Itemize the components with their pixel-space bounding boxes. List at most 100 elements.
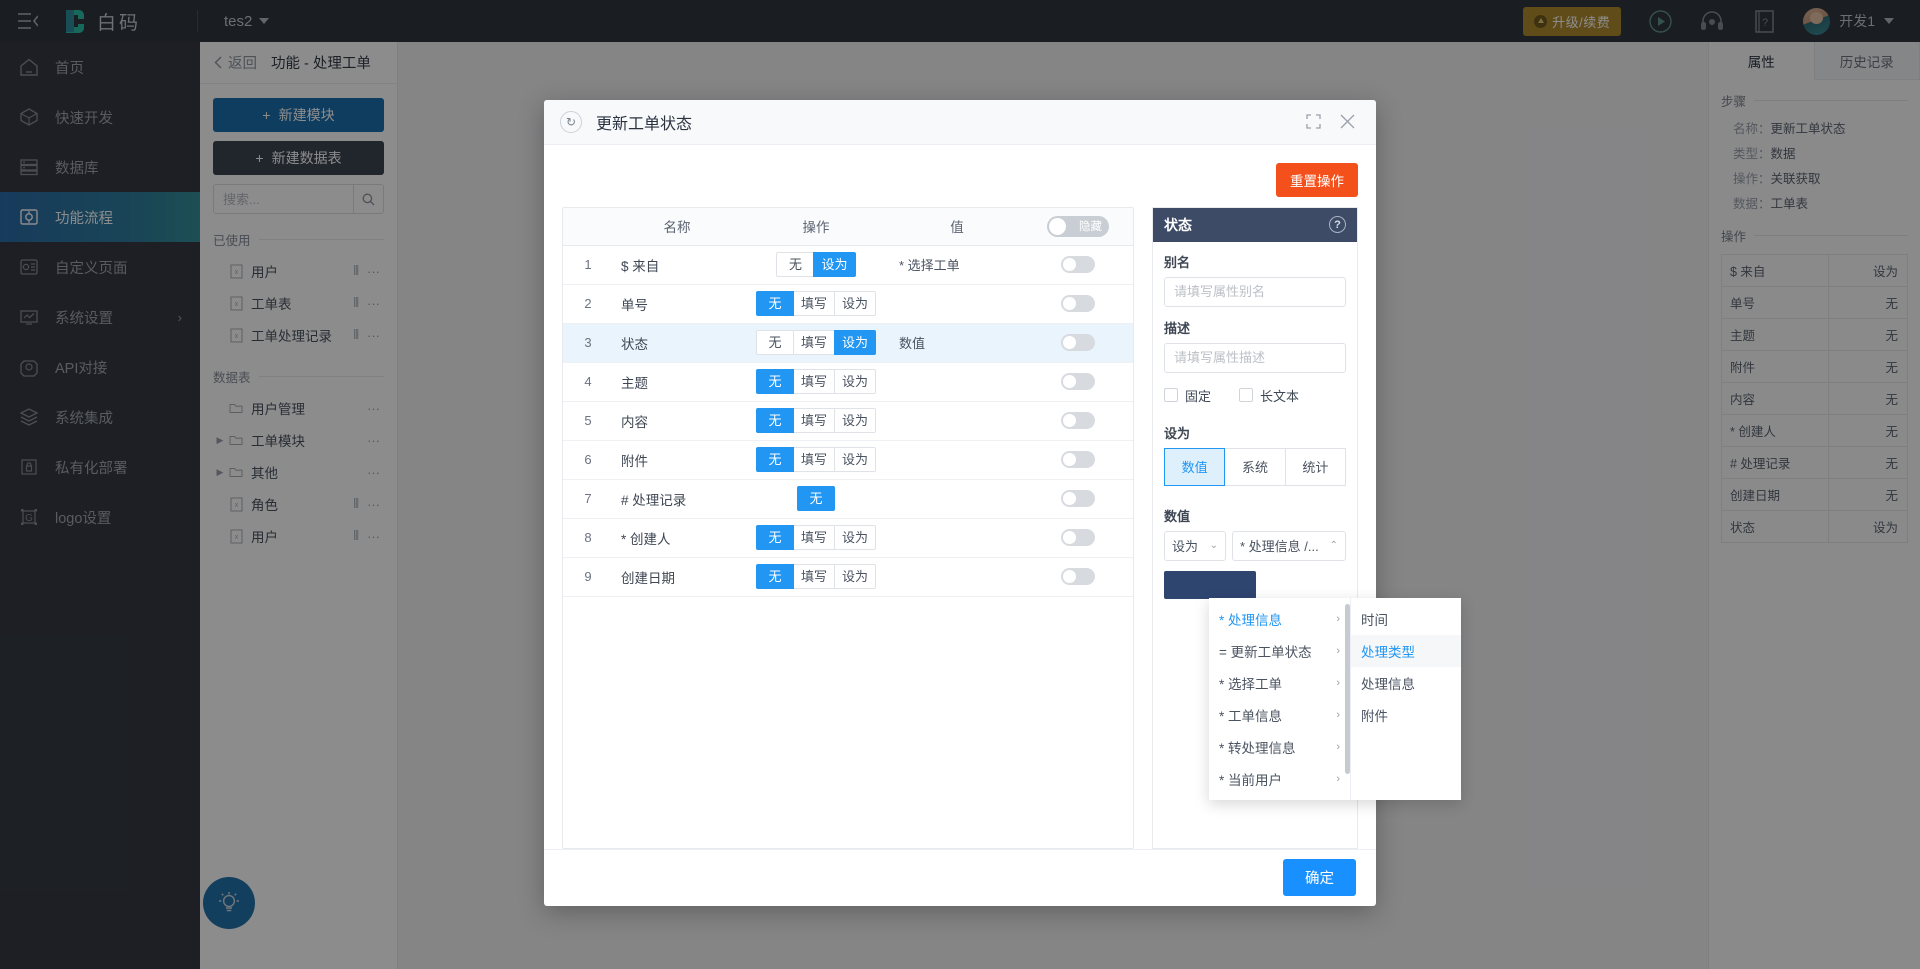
table-row[interactable]: 6 附件 无 填写 设为 xyxy=(563,441,1133,480)
cascader-subitem[interactable]: 处理类型 xyxy=(1351,635,1461,667)
seg-option-fill[interactable]: 填写 xyxy=(792,408,835,434)
table-row[interactable]: 3 状态 无 填写 设为 数值 xyxy=(563,323,1133,363)
table-row[interactable]: 1 $ 来自 无 设为 * 选择工单 xyxy=(563,246,1133,285)
row-hide-toggle[interactable] xyxy=(1061,529,1095,547)
question-circle-icon[interactable]: ? xyxy=(1329,216,1346,234)
operation-segmented[interactable]: 无 填写 设为 xyxy=(755,291,877,317)
seg-option-setas[interactable]: 设为 xyxy=(834,525,877,551)
col-value: 值 xyxy=(950,220,964,236)
hide-toggle[interactable]: 隐藏 xyxy=(1047,215,1109,237)
seg-option-fill[interactable]: 填写 xyxy=(792,291,835,317)
row-hide-toggle[interactable] xyxy=(1061,412,1095,430)
operation-segmented[interactable]: 无 填写 设为 xyxy=(755,564,877,590)
col-name: 名称 xyxy=(663,220,691,236)
toggle-knob xyxy=(1063,414,1076,428)
cascader-subitem-label: 附件 xyxy=(1361,709,1388,724)
seg-option-none[interactable]: 无 xyxy=(755,525,794,551)
seg-option-setas[interactable]: 设为 xyxy=(834,408,877,434)
seg-option-setas[interactable]: 设为 xyxy=(834,447,877,473)
fixed-label: 固定 xyxy=(1185,388,1212,404)
operation-segmented[interactable]: 无 设为 xyxy=(776,252,856,278)
cascader-scrollbar[interactable] xyxy=(1345,604,1350,774)
row-hide-toggle[interactable] xyxy=(1061,373,1095,391)
row-hide-toggle[interactable] xyxy=(1061,334,1095,352)
alias-label: 别名 xyxy=(1164,254,1191,270)
row-index: 8 xyxy=(584,530,592,546)
operation-segmented[interactable]: 无 填写 设为 xyxy=(755,369,877,395)
cascader-subitem[interactable]: 附件 xyxy=(1351,699,1461,731)
table-row[interactable]: 4 主题 无 填写 设为 xyxy=(563,363,1133,402)
seg-option-none[interactable]: 无 xyxy=(755,369,794,395)
seg-option-fill[interactable]: 填写 xyxy=(792,330,835,356)
cascader-item[interactable]: = 更新工单状态 › xyxy=(1209,635,1350,667)
table-row[interactable]: 7 # 处理记录 无 xyxy=(563,480,1133,519)
operation-segmented[interactable]: 无 填写 设为 xyxy=(755,408,877,434)
seg-option-setas[interactable]: 设为 xyxy=(834,369,877,395)
seg-option-setas[interactable]: 设为 xyxy=(813,252,856,278)
row-index: 2 xyxy=(584,296,592,312)
seg-option-fill[interactable]: 填写 xyxy=(792,564,835,590)
seg-option-none[interactable]: 无 xyxy=(755,564,794,590)
reset-operation-button[interactable]: 重置操作 xyxy=(1276,162,1358,197)
confirm-button[interactable]: 确定 xyxy=(1283,859,1356,897)
setas-tab-stats[interactable]: 统计 xyxy=(1284,447,1346,486)
table-row[interactable]: 9 创建日期 无 填写 设为 xyxy=(563,558,1133,597)
seg-option-none[interactable]: 无 xyxy=(755,291,794,317)
cascader-item-label: * 工单信息 xyxy=(1219,709,1283,724)
operation-segmented[interactable]: 无 填写 设为 xyxy=(755,447,877,473)
row-hide-toggle[interactable] xyxy=(1061,256,1095,274)
description-input[interactable] xyxy=(1164,342,1346,373)
setas-tab-system[interactable]: 系统 xyxy=(1224,447,1286,486)
cascader-subitem[interactable]: 处理信息 xyxy=(1351,667,1461,699)
cascader-item[interactable]: * 处理信息 › xyxy=(1209,603,1350,635)
row-operation: 无 设为 xyxy=(741,252,891,278)
alias-input[interactable] xyxy=(1164,276,1346,307)
operation-segmented[interactable]: 无 xyxy=(797,486,835,512)
table-row[interactable]: 5 内容 无 填写 设为 xyxy=(563,402,1133,441)
seg-option-none[interactable]: 无 xyxy=(776,252,815,278)
row-hide-toggle[interactable] xyxy=(1061,568,1095,586)
table-row[interactable]: 2 单号 无 填写 设为 xyxy=(563,285,1133,324)
cascader-subitem[interactable]: 时间 xyxy=(1351,603,1461,635)
table-row[interactable]: 8 * 创建人 无 填写 设为 xyxy=(563,519,1133,558)
row-name: 单号 xyxy=(621,297,648,313)
value-mode-select[interactable]: 设为 ⌄ xyxy=(1164,530,1226,561)
seg-option-setas[interactable]: 设为 xyxy=(834,330,877,356)
row-operation: 无 填写 设为 xyxy=(741,447,891,473)
cascader-item[interactable]: * 转处理信息 › xyxy=(1209,731,1350,763)
close-icon[interactable] xyxy=(1334,109,1360,135)
seg-option-none[interactable]: 无 xyxy=(755,447,794,473)
cascader-item[interactable]: * 当前用户 › xyxy=(1209,763,1350,795)
row-hide-toggle[interactable] xyxy=(1061,295,1095,313)
refresh-icon[interactable]: ↻ xyxy=(560,110,582,133)
longtext-checkbox[interactable]: 长文本 xyxy=(1239,386,1299,405)
seg-option-none[interactable]: 无 xyxy=(755,330,794,356)
row-hide-toggle[interactable] xyxy=(1061,490,1095,508)
seg-option-none[interactable]: 无 xyxy=(797,486,835,512)
checkbox-box-icon xyxy=(1164,388,1178,403)
seg-option-fill[interactable]: 填写 xyxy=(792,369,835,395)
row-name: # 处理记录 xyxy=(621,492,687,508)
seg-option-none[interactable]: 无 xyxy=(755,408,794,434)
row-name: 创建日期 xyxy=(621,570,675,586)
chevron-right-icon: › xyxy=(1336,613,1340,625)
seg-option-fill[interactable]: 填写 xyxy=(792,447,835,473)
seg-option-setas[interactable]: 设为 xyxy=(834,291,877,317)
row-hide-toggle[interactable] xyxy=(1061,451,1095,469)
row-name: $ 来自 xyxy=(621,258,660,274)
cascader-item[interactable]: * 工单信息 › xyxy=(1209,699,1350,731)
seg-option-setas[interactable]: 设为 xyxy=(834,564,877,590)
expand-icon[interactable] xyxy=(1300,109,1326,135)
value-cascader-dropdown: * 处理信息 › = 更新工单状态 › * 选择工单 › * 工单信息 › * … xyxy=(1209,598,1461,800)
row-name: 状态 xyxy=(621,336,648,352)
setas-tab-value[interactable]: 数值 xyxy=(1164,447,1226,486)
operation-segmented[interactable]: 无 填写 设为 xyxy=(755,525,877,551)
value-cascader-select[interactable]: * 处理信息 /... ⌃ xyxy=(1232,530,1346,561)
attribute-pane-title: 状态 xyxy=(1164,216,1192,233)
hide-toggle-label: 隐藏 xyxy=(1079,221,1102,234)
cascader-item[interactable]: * 选择工单 › xyxy=(1209,667,1350,699)
seg-option-fill[interactable]: 填写 xyxy=(792,525,835,551)
operation-segmented[interactable]: 无 填写 设为 xyxy=(755,330,877,356)
fixed-checkbox[interactable]: 固定 xyxy=(1164,386,1211,405)
toggle-knob xyxy=(1063,297,1076,311)
